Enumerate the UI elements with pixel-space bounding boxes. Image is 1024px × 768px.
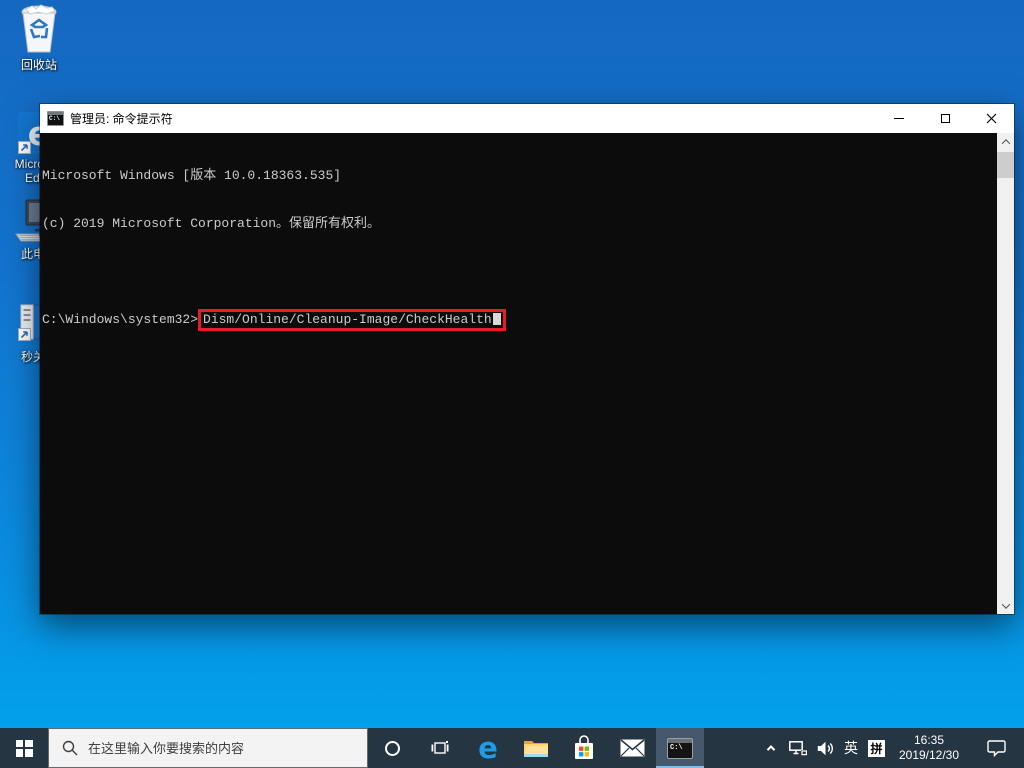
- clock-date: 2019/12/30: [898, 748, 960, 762]
- edge-icon: e: [478, 730, 498, 765]
- highlight-red-box: Dism/Online/Cleanup-Image/CheckHealth: [198, 309, 506, 331]
- scrollbar-track[interactable]: [997, 150, 1014, 597]
- recycle-bin-label: 回收站: [20, 58, 57, 72]
- console-line-version: Microsoft Windows [版本 10.0.18363.535]: [42, 168, 342, 183]
- maximize-button[interactable]: [922, 104, 968, 133]
- scroll-up-button[interactable]: [997, 133, 1014, 150]
- cortana-button[interactable]: [368, 728, 416, 768]
- cmd-window-icon: C:\: [47, 111, 64, 126]
- taskbar-search-box[interactable]: [48, 728, 368, 768]
- window-title: 管理员: 命令提示符: [70, 112, 173, 126]
- minimize-button[interactable]: [876, 104, 922, 133]
- network-tray-button[interactable]: [784, 728, 811, 768]
- taskbar-file-explorer-button[interactable]: [512, 728, 560, 768]
- shortcut-arrow-icon: [18, 141, 31, 154]
- task-view-button[interactable]: [416, 728, 464, 768]
- windows-logo-icon: [15, 739, 33, 757]
- shortcut-arrow-icon: [18, 328, 31, 341]
- command-prompt-window: C:\ 管理员: 命令提示符 Microsoft Windows [版本 10.…: [40, 104, 1014, 614]
- clock-tray-button[interactable]: 16:35 2019/12/30: [890, 728, 968, 768]
- search-icon: [62, 740, 78, 756]
- scroll-down-button[interactable]: [997, 597, 1014, 614]
- microsoft-store-icon: [575, 735, 593, 759]
- network-ethernet-icon: [788, 740, 807, 755]
- console-output[interactable]: Microsoft Windows [版本 10.0.18363.535] (c…: [40, 133, 997, 614]
- window-titlebar[interactable]: C:\ 管理员: 命令提示符: [40, 104, 1014, 133]
- maximize-icon: [940, 114, 950, 123]
- taskbar-store-button[interactable]: [560, 728, 608, 768]
- ime-language-indicator[interactable]: 英: [839, 728, 863, 768]
- console-command: Dism/Online/Cleanup-Image/CheckHealth: [203, 312, 492, 327]
- file-explorer-icon: [524, 740, 548, 757]
- taskbar-clock: 16:35 2019/12/30: [891, 733, 967, 763]
- console-area[interactable]: Microsoft Windows [版本 10.0.18363.535] (c…: [40, 133, 1014, 614]
- minimize-icon: [894, 118, 904, 119]
- ime-mode-button[interactable]: 拼: [863, 728, 890, 768]
- console-prompt: C:\Windows\system32>: [42, 312, 199, 327]
- chevron-down-icon: [1001, 599, 1010, 609]
- taskbar-mail-button[interactable]: [608, 728, 656, 768]
- mail-icon: [619, 739, 645, 757]
- close-button[interactable]: [968, 104, 1014, 133]
- taskbar-edge-button[interactable]: e: [464, 728, 512, 768]
- taskbar-empty-space: [704, 728, 758, 768]
- start-button[interactable]: [0, 728, 48, 768]
- pinyin-ime-icon: 拼: [868, 739, 885, 757]
- search-input[interactable]: [88, 740, 338, 756]
- clock-time: 16:35: [913, 733, 945, 747]
- speaker-icon: [817, 741, 833, 755]
- windows-desktop: { "desktop": { "recycle_bin_label": "回收站…: [0, 0, 1024, 768]
- taskbar: e C:\: [0, 728, 1024, 768]
- task-view-icon: [431, 741, 449, 754]
- system-tray: 英 拼 16:35 2019/12/30: [758, 728, 1024, 768]
- chevron-up-icon: [1001, 138, 1010, 148]
- console-scrollbar[interactable]: [997, 133, 1014, 614]
- console-line-copyright: (c) 2019 Microsoft Corporation。保留所有权利。: [42, 216, 381, 231]
- desktop-icon-recycle-bin[interactable]: 回收站: [1, 3, 77, 72]
- taskbar-command-prompt-button[interactable]: C:\: [656, 728, 704, 768]
- console-prompt-line: C:\Windows\system32> Dism/Online/Cleanup-…: [42, 309, 997, 331]
- show-hidden-icons-button[interactable]: [758, 728, 784, 768]
- command-prompt-icon: C:\: [667, 737, 693, 759]
- close-icon: [986, 113, 996, 124]
- action-center-button[interactable]: [968, 728, 1024, 768]
- chevron-up-icon: [766, 745, 776, 754]
- cortana-icon: [384, 740, 400, 756]
- scrollbar-thumb[interactable]: [997, 152, 1014, 178]
- volume-tray-button[interactable]: [811, 728, 839, 768]
- action-center-icon: [986, 739, 1006, 757]
- recycle-bin-icon: [16, 3, 62, 55]
- text-cursor: [492, 313, 501, 325]
